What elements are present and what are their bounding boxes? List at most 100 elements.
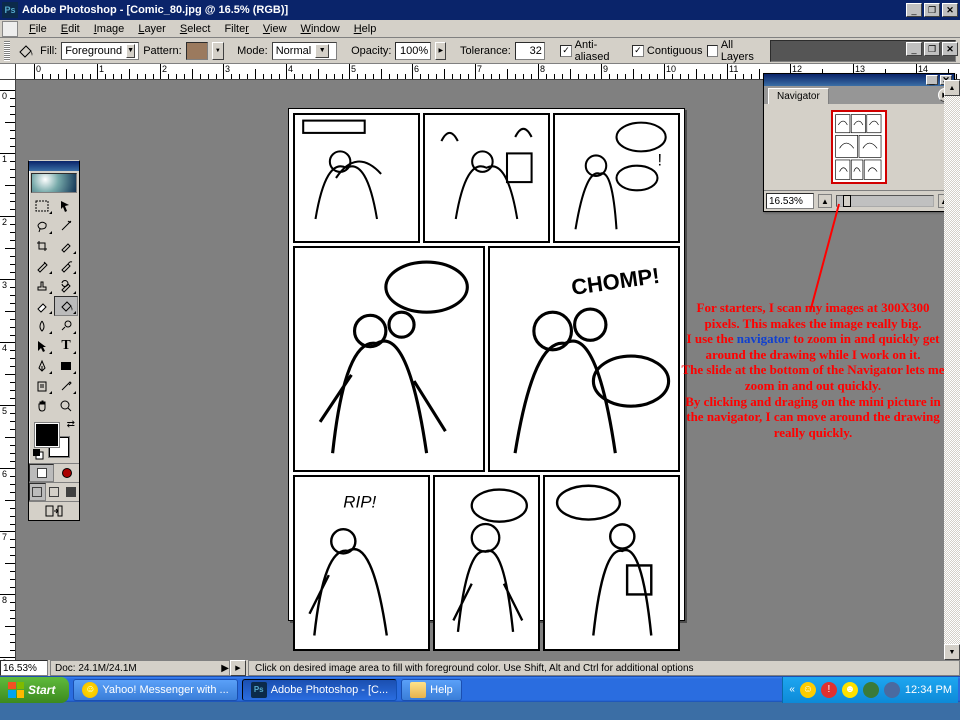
fullscreen-menus-button[interactable] — [46, 483, 63, 501]
tray-icon[interactable]: ! — [821, 682, 837, 698]
history-brush-tool[interactable] — [54, 276, 78, 296]
brush-tool[interactable] — [54, 256, 78, 276]
navigator-titlebar[interactable]: _ ✕ — [764, 74, 954, 86]
screen-mode-row — [29, 482, 79, 501]
contiguous-checkbox[interactable]: ✓ Contiguous — [632, 45, 703, 57]
tool-palette-titlebar[interactable] — [29, 161, 79, 171]
crop-tool[interactable] — [30, 236, 54, 256]
options-grip[interactable] — [4, 41, 10, 61]
hint-arrow[interactable]: ▶ — [230, 660, 246, 676]
tray-icon[interactable] — [884, 682, 900, 698]
pattern-picker-arrow[interactable]: ▼ — [212, 42, 223, 60]
all-layers-checkbox[interactable]: All Layers — [707, 39, 766, 63]
document-canvas[interactable]: ! CHOMP! RIP! — [288, 108, 685, 621]
menu-filter[interactable]: Filter — [217, 22, 255, 36]
doc-minimize-button[interactable]: _ — [906, 42, 922, 56]
magic-wand-tool[interactable] — [54, 216, 78, 236]
start-button[interactable]: Start — [0, 677, 69, 703]
menu-image[interactable]: Image — [87, 22, 132, 36]
standard-screen-button[interactable] — [29, 483, 46, 501]
antialiased-label: Anti-aliased — [575, 39, 628, 63]
comic-panel: CHOMP! — [488, 246, 680, 472]
tray-icon[interactable] — [863, 682, 879, 698]
minimize-button[interactable]: _ — [906, 3, 922, 17]
taskbar-item-yahoo[interactable]: ☺ Yahoo! Messenger with ... — [73, 679, 237, 701]
navigator-panel[interactable]: _ ✕ Navigator ▶ 16.53% ▲ ▲ — [763, 73, 955, 212]
antialiased-checkbox[interactable]: ✓ Anti-aliased — [560, 39, 628, 63]
navigator-thumbnail[interactable] — [831, 110, 887, 184]
doc-close-button[interactable]: ✕ — [942, 42, 958, 56]
path-select-tool[interactable] — [30, 336, 54, 356]
taskbar-item-help[interactable]: Help — [401, 679, 462, 701]
vertical-scrollbar[interactable]: ▲ ▼ — [944, 80, 960, 660]
zoom-out-icon[interactable]: ▲ — [818, 194, 832, 208]
jump-to-imageready-button[interactable] — [29, 502, 79, 520]
maximize-button[interactable]: ❐ — [924, 3, 940, 17]
close-button[interactable]: ✕ — [942, 3, 958, 17]
standard-mode-button[interactable] — [29, 464, 54, 482]
fullscreen-button[interactable] — [62, 483, 79, 501]
pen-tool[interactable] — [30, 356, 54, 376]
foreground-color-swatch[interactable] — [35, 423, 59, 447]
menu-help[interactable]: Help — [347, 22, 384, 36]
menu-file[interactable]: File — [22, 22, 54, 36]
scroll-down-button[interactable]: ▼ — [944, 644, 960, 660]
tolerance-field[interactable]: 32 — [515, 42, 545, 60]
hand-tool[interactable] — [30, 396, 54, 416]
navigator-zoom-field[interactable]: 16.53% — [766, 193, 814, 209]
doc-restore-button[interactable]: ❐ — [924, 42, 940, 56]
lasso-tool[interactable] — [30, 216, 54, 236]
photoshop-icon: Ps — [251, 682, 267, 698]
type-tool[interactable]: T — [54, 336, 78, 356]
mode-select[interactable]: Normal ▼ — [272, 42, 338, 60]
default-colors-icon[interactable] — [33, 449, 45, 461]
comic-panel: ! — [553, 113, 680, 243]
swap-colors-icon[interactable]: ⇄ — [67, 419, 75, 430]
comic-panel — [543, 475, 680, 651]
doc-size-field[interactable]: Doc: 24.1M/24.1M▶ — [50, 660, 230, 676]
zoom-tool[interactable] — [54, 396, 78, 416]
scroll-up-button[interactable]: ▲ — [944, 80, 960, 96]
pattern-swatch[interactable] — [186, 42, 209, 60]
shape-tool[interactable] — [54, 356, 78, 376]
tray-clock[interactable]: 12:34 PM — [905, 684, 952, 696]
tool-palette[interactable]: T ⇄ — [28, 160, 80, 521]
menu-window[interactable]: Window — [294, 22, 347, 36]
navigator-tab[interactable]: Navigator — [768, 88, 829, 104]
quickmask-mode-button[interactable] — [54, 464, 79, 482]
tray-icon[interactable]: ☻ — [842, 682, 858, 698]
ruler-origin[interactable] — [0, 64, 16, 80]
menu-layer[interactable]: Layer — [131, 22, 173, 36]
zoom-status-field[interactable]: 16.53% — [0, 660, 48, 676]
fill-select[interactable]: Foreground ▼ — [61, 42, 139, 60]
dodge-tool[interactable] — [54, 316, 78, 336]
fill-label: Fill: — [40, 45, 57, 57]
blur-tool[interactable] — [30, 316, 54, 336]
eyedropper-tool[interactable] — [54, 376, 78, 396]
menu-edit[interactable]: Edit — [54, 22, 87, 36]
mode-label: Mode: — [237, 45, 268, 57]
tray-icon[interactable]: ☺ — [800, 682, 816, 698]
document-icon[interactable] — [2, 21, 18, 37]
stamp-tool[interactable] — [30, 276, 54, 296]
menu-select[interactable]: Select — [173, 22, 218, 36]
opacity-field[interactable]: 100% — [395, 42, 431, 60]
slice-tool[interactable] — [54, 236, 78, 256]
tray-expand-icon[interactable]: « — [789, 684, 795, 695]
comic-panel — [433, 475, 540, 651]
navigator-minimize[interactable]: _ — [926, 75, 938, 85]
work-area: 01234567891011121314 012345678910 ! CHOM… — [0, 64, 960, 676]
photoshop-logo-strip — [31, 173, 77, 193]
eraser-tool[interactable] — [30, 296, 54, 316]
notes-tool[interactable] — [30, 376, 54, 396]
marquee-tool[interactable] — [30, 196, 54, 216]
vertical-ruler[interactable]: 012345678910 — [0, 80, 16, 676]
paint-bucket-tool[interactable] — [54, 296, 78, 316]
taskbar-item-photoshop[interactable]: Ps Adobe Photoshop - [C... — [242, 679, 397, 701]
navigator-zoom-slider[interactable] — [836, 195, 934, 207]
opacity-arrow[interactable]: ▶ — [435, 42, 446, 60]
menu-view[interactable]: View — [256, 22, 294, 36]
healing-brush-tool[interactable] — [30, 256, 54, 276]
system-tray: « ☺ ! ☻ 12:34 PM — [782, 677, 958, 703]
move-tool[interactable] — [54, 196, 78, 216]
